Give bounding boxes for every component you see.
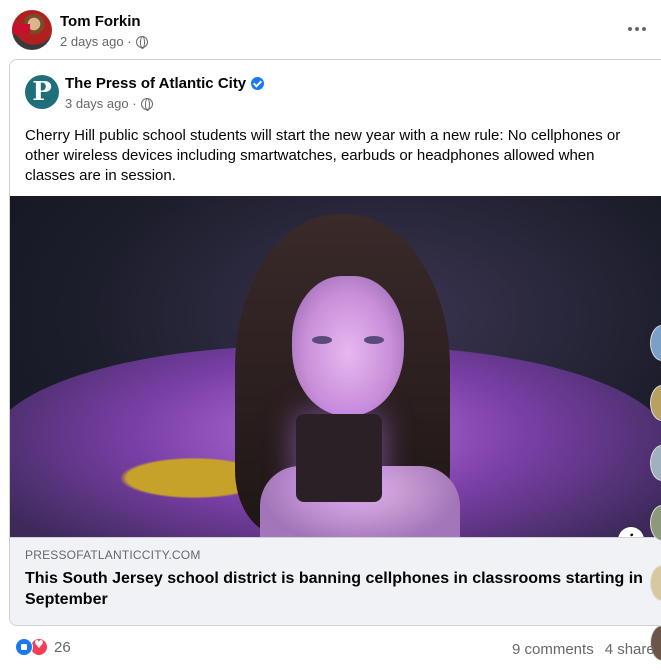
- thumbnail-5[interactable]: [650, 565, 661, 601]
- like-icon: [15, 638, 33, 656]
- side-thumbnails: [650, 325, 661, 665]
- author-avatar[interactable]: [12, 10, 52, 50]
- thumbnail-1[interactable]: [650, 325, 661, 361]
- globe-icon: [140, 97, 153, 111]
- phone-shape: [296, 414, 382, 502]
- engagement-counts: 9 comments 4 share: [512, 641, 655, 658]
- thumbnail-4[interactable]: [650, 505, 661, 541]
- reaction-count: 26: [54, 638, 71, 656]
- page-name-row: The Press of Atlantic City: [65, 75, 265, 92]
- verified-icon: [251, 77, 265, 90]
- post-timestamp[interactable]: 2 days ago ·: [60, 34, 132, 49]
- post-text: Cherry Hill public school students will …: [25, 127, 621, 184]
- shared-post-timestamp[interactable]: 3 days ago ·: [65, 96, 137, 111]
- thumbnail-2[interactable]: [650, 385, 661, 421]
- post-meta: 2 days ago ·: [60, 34, 148, 49]
- page-logo[interactable]: P: [25, 75, 59, 109]
- post-header: Tom Forkin 2 days ago ·: [12, 10, 652, 54]
- shared-post-meta: 3 days ago ·: [65, 96, 153, 111]
- author-name[interactable]: Tom Forkin: [60, 13, 141, 30]
- face-shape: [292, 276, 404, 416]
- link-preview-footer[interactable]: PRESSOFATLANTICCITY.COM This South Jerse…: [10, 537, 661, 625]
- globe-icon: [135, 35, 148, 49]
- reactions-summary[interactable]: 26: [15, 638, 71, 656]
- link-preview-image[interactable]: i: [10, 196, 661, 537]
- shared-post-card: P The Press of Atlantic City 3 days ago …: [9, 59, 661, 626]
- link-title[interactable]: This South Jersey school district is ban…: [25, 568, 645, 610]
- link-domain: PRESSOFATLANTICCITY.COM: [25, 548, 201, 562]
- more-icon: [628, 27, 632, 31]
- thumbnail-3[interactable]: [650, 445, 661, 481]
- page-name[interactable]: The Press of Atlantic City: [65, 75, 246, 92]
- comments-count[interactable]: 9 comments: [512, 641, 594, 658]
- more-options-button[interactable]: [622, 14, 652, 44]
- shares-count[interactable]: 4 share: [605, 641, 655, 658]
